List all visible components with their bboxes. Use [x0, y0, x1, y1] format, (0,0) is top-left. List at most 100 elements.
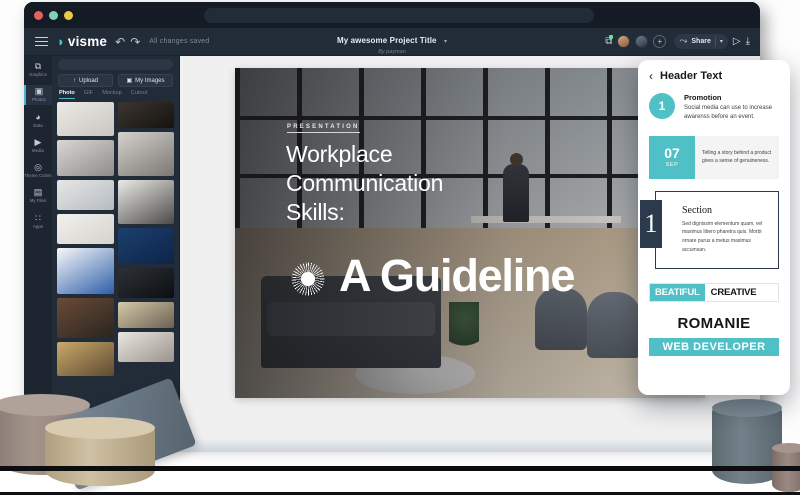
close-icon[interactable]	[34, 10, 43, 20]
panel-header: ‹ Header Text	[649, 70, 779, 82]
surface-edge-lower	[0, 492, 800, 495]
photos-icon: ▣	[34, 86, 44, 97]
graphics-icon: ⧉	[34, 61, 42, 71]
share-button[interactable]: ⤳ Share ▾	[674, 34, 728, 49]
prop-cylinder-tan	[45, 417, 155, 486]
section-item[interactable]: 1 Section Sed dignissim elementum quam, …	[640, 190, 779, 269]
images-icon: ▣	[126, 78, 133, 84]
slide-heading-line-3: Skills:	[286, 198, 345, 225]
date-badge: 07 SEP	[649, 135, 695, 179]
rail-item-media[interactable]: ▶ Media	[24, 136, 52, 155]
notes-icon[interactable]: ⧉	[605, 35, 614, 47]
rail-item-label: My Files	[29, 198, 47, 204]
photo-thumbnail[interactable]	[117, 180, 174, 224]
share-label: Share	[691, 38, 711, 45]
add-member-button[interactable]: +	[653, 35, 667, 48]
photo-tabs: Photo GIF Mockup Cutout	[52, 90, 179, 102]
share-icon: ⤳	[679, 36, 688, 47]
name-card-name: ROMANIE	[677, 314, 751, 332]
chevron-down-icon[interactable]: ▾	[444, 39, 447, 45]
brand-logo[interactable]: ◗ visme	[57, 34, 107, 49]
photo-thumbnail[interactable]	[117, 102, 174, 128]
slide-canvas[interactable]: PRESENTATION Workplace Communication Ski…	[235, 68, 705, 398]
section-title: Section	[682, 204, 712, 216]
rail-item-photos[interactable]: ▣ Photos	[24, 85, 52, 105]
sunburst-icon	[285, 256, 331, 302]
surface-edge	[0, 466, 800, 471]
present-icon[interactable]: ▷	[733, 36, 741, 47]
minimize-icon[interactable]	[49, 10, 58, 20]
rail-item-apps[interactable]: ∷ Apps	[24, 212, 52, 231]
avatar[interactable]	[617, 35, 631, 48]
photo-thumbnail[interactable]	[57, 140, 114, 176]
slide-kicker[interactable]: PRESENTATION	[287, 124, 360, 133]
promotion-title: Promotion	[684, 93, 722, 102]
my-images-button[interactable]: ▣ My Images	[118, 74, 173, 87]
rail-item-data[interactable]: ◕ Data	[24, 111, 52, 130]
date-day: 07	[664, 145, 680, 162]
photo-thumbnail[interactable]	[57, 342, 114, 376]
promotion-item[interactable]: 1 Promotion Social media can use to incr…	[649, 93, 779, 123]
photo-thumbnail[interactable]	[117, 132, 174, 176]
save-status: All changes saved	[149, 38, 210, 45]
divider	[714, 36, 716, 47]
upload-label: Upload	[78, 77, 98, 84]
photo-thumbnail[interactable]	[117, 228, 174, 264]
photo-thumbnail[interactable]	[57, 214, 114, 244]
badge-right-label: CREATIVE	[704, 283, 763, 301]
app-topbar: ◗ visme ↶ ↷ All changes saved My awesome…	[24, 28, 760, 56]
upload-icon: ↑	[72, 77, 76, 84]
promotion-body: Social media can use to increase awarens…	[684, 105, 773, 121]
upload-button[interactable]: ↑ Upload	[58, 74, 113, 87]
browser-chrome	[24, 2, 760, 28]
slide-overlay	[235, 68, 705, 398]
download-icon[interactable]: ⤓	[746, 36, 750, 47]
project-title[interactable]: My awesome Project Title	[337, 36, 437, 45]
avatar[interactable]	[635, 35, 649, 48]
address-bar[interactable]	[204, 7, 594, 23]
rail-item-my-files[interactable]: ▤ My Files	[24, 186, 52, 205]
search-input[interactable]	[58, 59, 173, 70]
slide-heading-line-1: Workplace	[286, 141, 393, 167]
my-files-icon: ▤	[33, 187, 43, 198]
header-text-panel[interactable]: ‹ Header Text 1 Promotion Social media c…	[638, 60, 790, 395]
promotion-number: 1	[649, 93, 675, 119]
maximize-icon[interactable]	[64, 10, 73, 20]
rail-item-label: Theme Colors	[24, 173, 52, 178]
visme-mark-icon: ◗	[57, 34, 65, 49]
panel-buttons: ↑ Upload ▣ My Images	[52, 70, 179, 90]
theme-colors-icon: ◎	[34, 162, 42, 172]
project-author: By payman	[378, 49, 406, 55]
back-chevron-icon[interactable]: ‹	[649, 70, 653, 82]
chevron-down-icon[interactable]: ▾	[720, 38, 723, 45]
my-images-label: My Images	[135, 77, 165, 84]
photo-thumbnail[interactable]	[57, 298, 114, 338]
photo-thumbnail[interactable]	[57, 180, 114, 210]
undo-icon[interactable]: ↶	[115, 35, 125, 49]
redo-icon[interactable]: ↷	[130, 35, 140, 49]
photo-thumbnail[interactable]	[117, 302, 174, 328]
photo-thumbnail[interactable]	[117, 332, 174, 362]
date-month: SEP	[665, 162, 679, 169]
tab-cutout[interactable]: Cutout	[131, 90, 147, 99]
photo-thumbnail[interactable]	[57, 102, 114, 136]
brand-name: visme	[67, 34, 108, 49]
date-item[interactable]: 07 SEP Telling a story behind a product …	[649, 135, 779, 179]
photo-thumbnail[interactable]	[117, 268, 174, 298]
rail-item-graphics[interactable]: ⧉ Graphics	[24, 60, 52, 79]
scene: ◗ visme ↶ ↷ All changes saved My awesome…	[0, 0, 800, 500]
badge-item[interactable]: BEATIFUL CREATIVE	[649, 282, 779, 302]
photo-thumbnail[interactable]	[57, 248, 114, 294]
slide-title[interactable]: A Guideline	[339, 250, 575, 302]
section-number: 1	[640, 199, 662, 248]
tab-photo[interactable]: Photo	[59, 90, 75, 99]
photo-column-left	[57, 102, 114, 440]
rail-item-label: Apps	[33, 223, 43, 229]
tab-mockup[interactable]: Mockup	[102, 90, 122, 99]
rail-item-theme-colors[interactable]: ◎ Theme Colors	[24, 161, 52, 180]
name-card-item[interactable]: ROMANIE WEB DEVELOPER	[649, 315, 779, 356]
rail-item-label: Data	[33, 122, 43, 128]
tab-gif[interactable]: GIF	[84, 90, 93, 99]
slide-heading[interactable]: Workplace Communication Skills:	[286, 140, 443, 227]
hamburger-icon[interactable]	[35, 36, 48, 47]
